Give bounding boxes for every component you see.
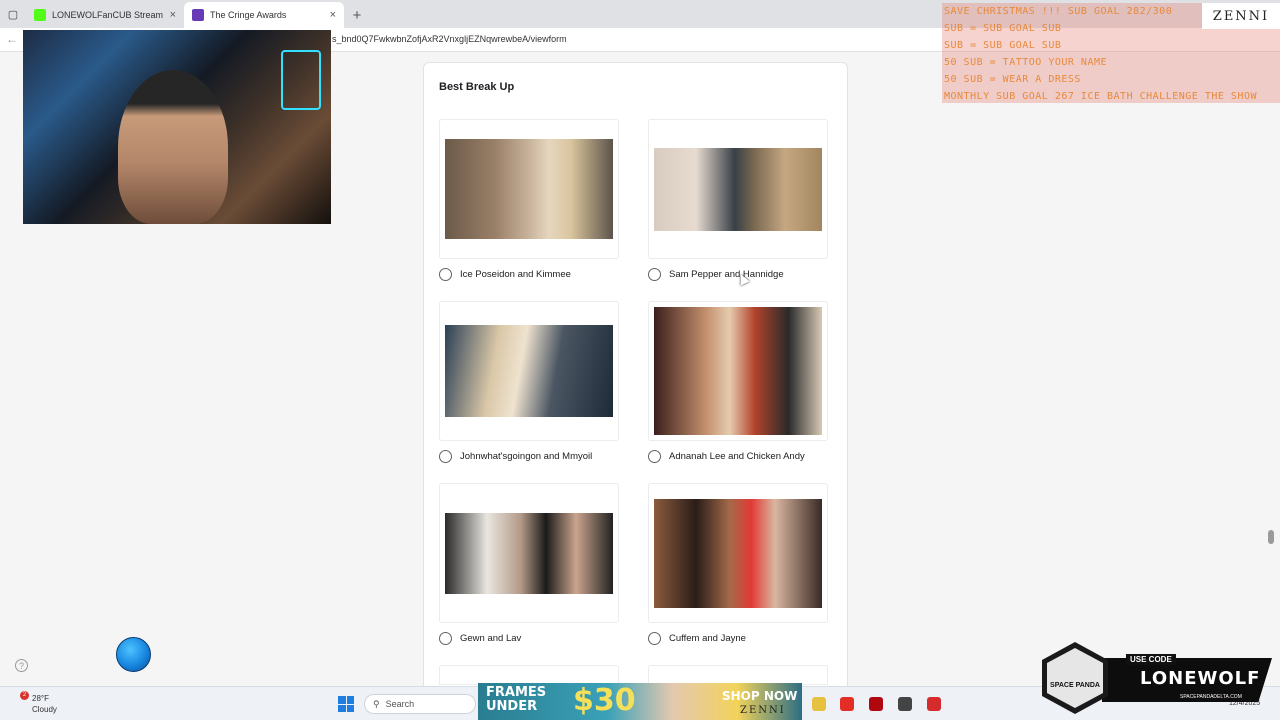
tab-stream[interactable]: LONEWOLFanCUB Stream - Watch × <box>26 2 184 28</box>
form-question-card: Best Break Up Ice Poseidon and Kimmee Sa… <box>423 62 848 686</box>
option-label[interactable]: Sam Pepper and Hannidge <box>669 269 784 280</box>
promo-tag: USE CODE <box>1126 654 1176 665</box>
windows-start-icon[interactable] <box>338 696 354 712</box>
blue-orb-icon <box>116 637 151 672</box>
app-icon[interactable] <box>898 697 912 711</box>
zenni-ad-banner[interactable]: FRAMES UNDER $30 SHOP NOW ZENNI <box>478 683 802 720</box>
option-image-frame <box>648 665 828 685</box>
option-6[interactable]: Cuffem and Jayne <box>648 483 828 653</box>
option-image <box>654 148 822 231</box>
youtube-icon[interactable] <box>840 697 854 711</box>
option-image-frame <box>648 483 828 623</box>
option-image-frame <box>648 301 828 441</box>
option-image-frame <box>648 119 828 259</box>
goal-line: 50 SUB = WEAR A DRESS <box>944 74 1081 85</box>
tab-title: LONEWOLFanCUB Stream - Watch <box>52 10 164 20</box>
url-text[interactable]: s_bnd0Q7FwkwbnZofjAxR2VnxgljEZNqwrewbeA/… <box>332 34 567 44</box>
search-icon: ⚲ <box>373 698 380 709</box>
goal-line: SUB = SUB GOAL SUB <box>944 40 1062 51</box>
option-image-frame <box>439 119 619 259</box>
app-icon[interactable] <box>927 697 941 711</box>
promo-code: LONEWOLF <box>1140 668 1261 689</box>
logo-text: SPACE PANDA <box>1050 682 1100 689</box>
option-image <box>445 325 613 417</box>
ad-headline: FRAMES UNDER <box>486 686 546 714</box>
option-2[interactable]: Sam Pepper and Hannidge <box>648 119 828 289</box>
forms-favicon-icon <box>192 9 204 21</box>
close-tab-icon[interactable]: × <box>330 9 336 21</box>
netflix-icon[interactable] <box>869 697 883 711</box>
option-4[interactable]: Adnanah Lee and Chicken Andy <box>648 301 828 471</box>
help-icon[interactable]: ? <box>15 659 28 672</box>
notification-badge: 2 <box>20 691 29 700</box>
radio-button[interactable] <box>439 632 452 645</box>
ad-cta[interactable]: SHOP NOW <box>722 689 797 703</box>
stream-goals-overlay: SAVE CHRISTMAS !!! SUB GOAL 282/300 SUB … <box>942 3 1280 103</box>
tab-cringe-awards[interactable]: The Cringe Awards × <box>184 2 344 28</box>
option-5[interactable]: Gewn and Lav <box>439 483 619 653</box>
webcam-overlay <box>23 30 331 224</box>
ad-price: $30 <box>573 683 636 718</box>
option-image <box>445 513 613 594</box>
ad-line-2: UNDER <box>486 699 538 714</box>
question-title: Best Break Up <box>439 81 515 93</box>
option-image-frame <box>439 665 619 685</box>
taskbar-search[interactable]: ⚲ Search <box>364 694 476 714</box>
option-image-frame <box>439 483 619 623</box>
new-tab-icon[interactable]: + <box>344 2 370 28</box>
neon-sign <box>281 50 321 110</box>
ad-line-1: FRAMES <box>486 685 547 700</box>
zenni-logo: ZENNI <box>1202 3 1280 29</box>
radio-button[interactable] <box>439 268 452 281</box>
weather-desc: Cloudy <box>32 705 57 714</box>
goal-line: 50 SUB = TATTOO YOUR NAME <box>944 57 1108 68</box>
radio-button[interactable] <box>648 450 661 463</box>
window-menu-icon[interactable]: ▢ <box>0 0 26 28</box>
streamer-figure <box>118 70 228 224</box>
search-placeholder: Search <box>385 699 415 709</box>
kick-favicon-icon <box>34 9 46 21</box>
back-arrow-icon[interactable]: ← <box>6 32 18 46</box>
option-3[interactable]: Johnwhat'sgoingon and Mmyoil <box>439 301 619 471</box>
tab-title: The Cringe Awards <box>210 10 287 20</box>
promo-code-badge: USE CODE LONEWOLF SPACEPANDADELTA.COM SP… <box>1042 642 1274 714</box>
option-label[interactable]: Ice Poseidon and Kimmee <box>460 269 571 280</box>
space-panda-logo: SPACE PANDA <box>1042 642 1108 714</box>
option-label[interactable]: Adnanah Lee and Chicken Andy <box>669 451 805 462</box>
close-tab-icon[interactable]: × <box>170 9 176 21</box>
panda-icon <box>1047 648 1103 708</box>
radio-button[interactable] <box>439 450 452 463</box>
option-image <box>445 139 613 239</box>
option-image <box>654 307 822 435</box>
weather-widget[interactable]: 2 28°F Cloudy <box>20 691 57 715</box>
promo-site: SPACEPANDADELTA.COM <box>1180 694 1242 700</box>
option-label[interactable]: Johnwhat'sgoingon and Mmyoil <box>460 451 592 462</box>
radio-button[interactable] <box>648 632 661 645</box>
option-image-frame <box>439 301 619 441</box>
option-label[interactable]: Cuffem and Jayne <box>669 633 746 644</box>
ad-brand: ZENNI <box>740 705 786 716</box>
goal-line: MONTHLY SUB GOAL 267 ICE BATH CHALLENGE … <box>944 91 1257 102</box>
option-1[interactable]: Ice Poseidon and Kimmee <box>439 119 619 289</box>
radio-button[interactable] <box>648 268 661 281</box>
scrollbar-thumb[interactable] <box>1268 530 1274 544</box>
file-explorer-icon[interactable] <box>812 697 826 711</box>
option-label[interactable]: Gewn and Lav <box>460 633 521 644</box>
option-image <box>654 499 822 608</box>
